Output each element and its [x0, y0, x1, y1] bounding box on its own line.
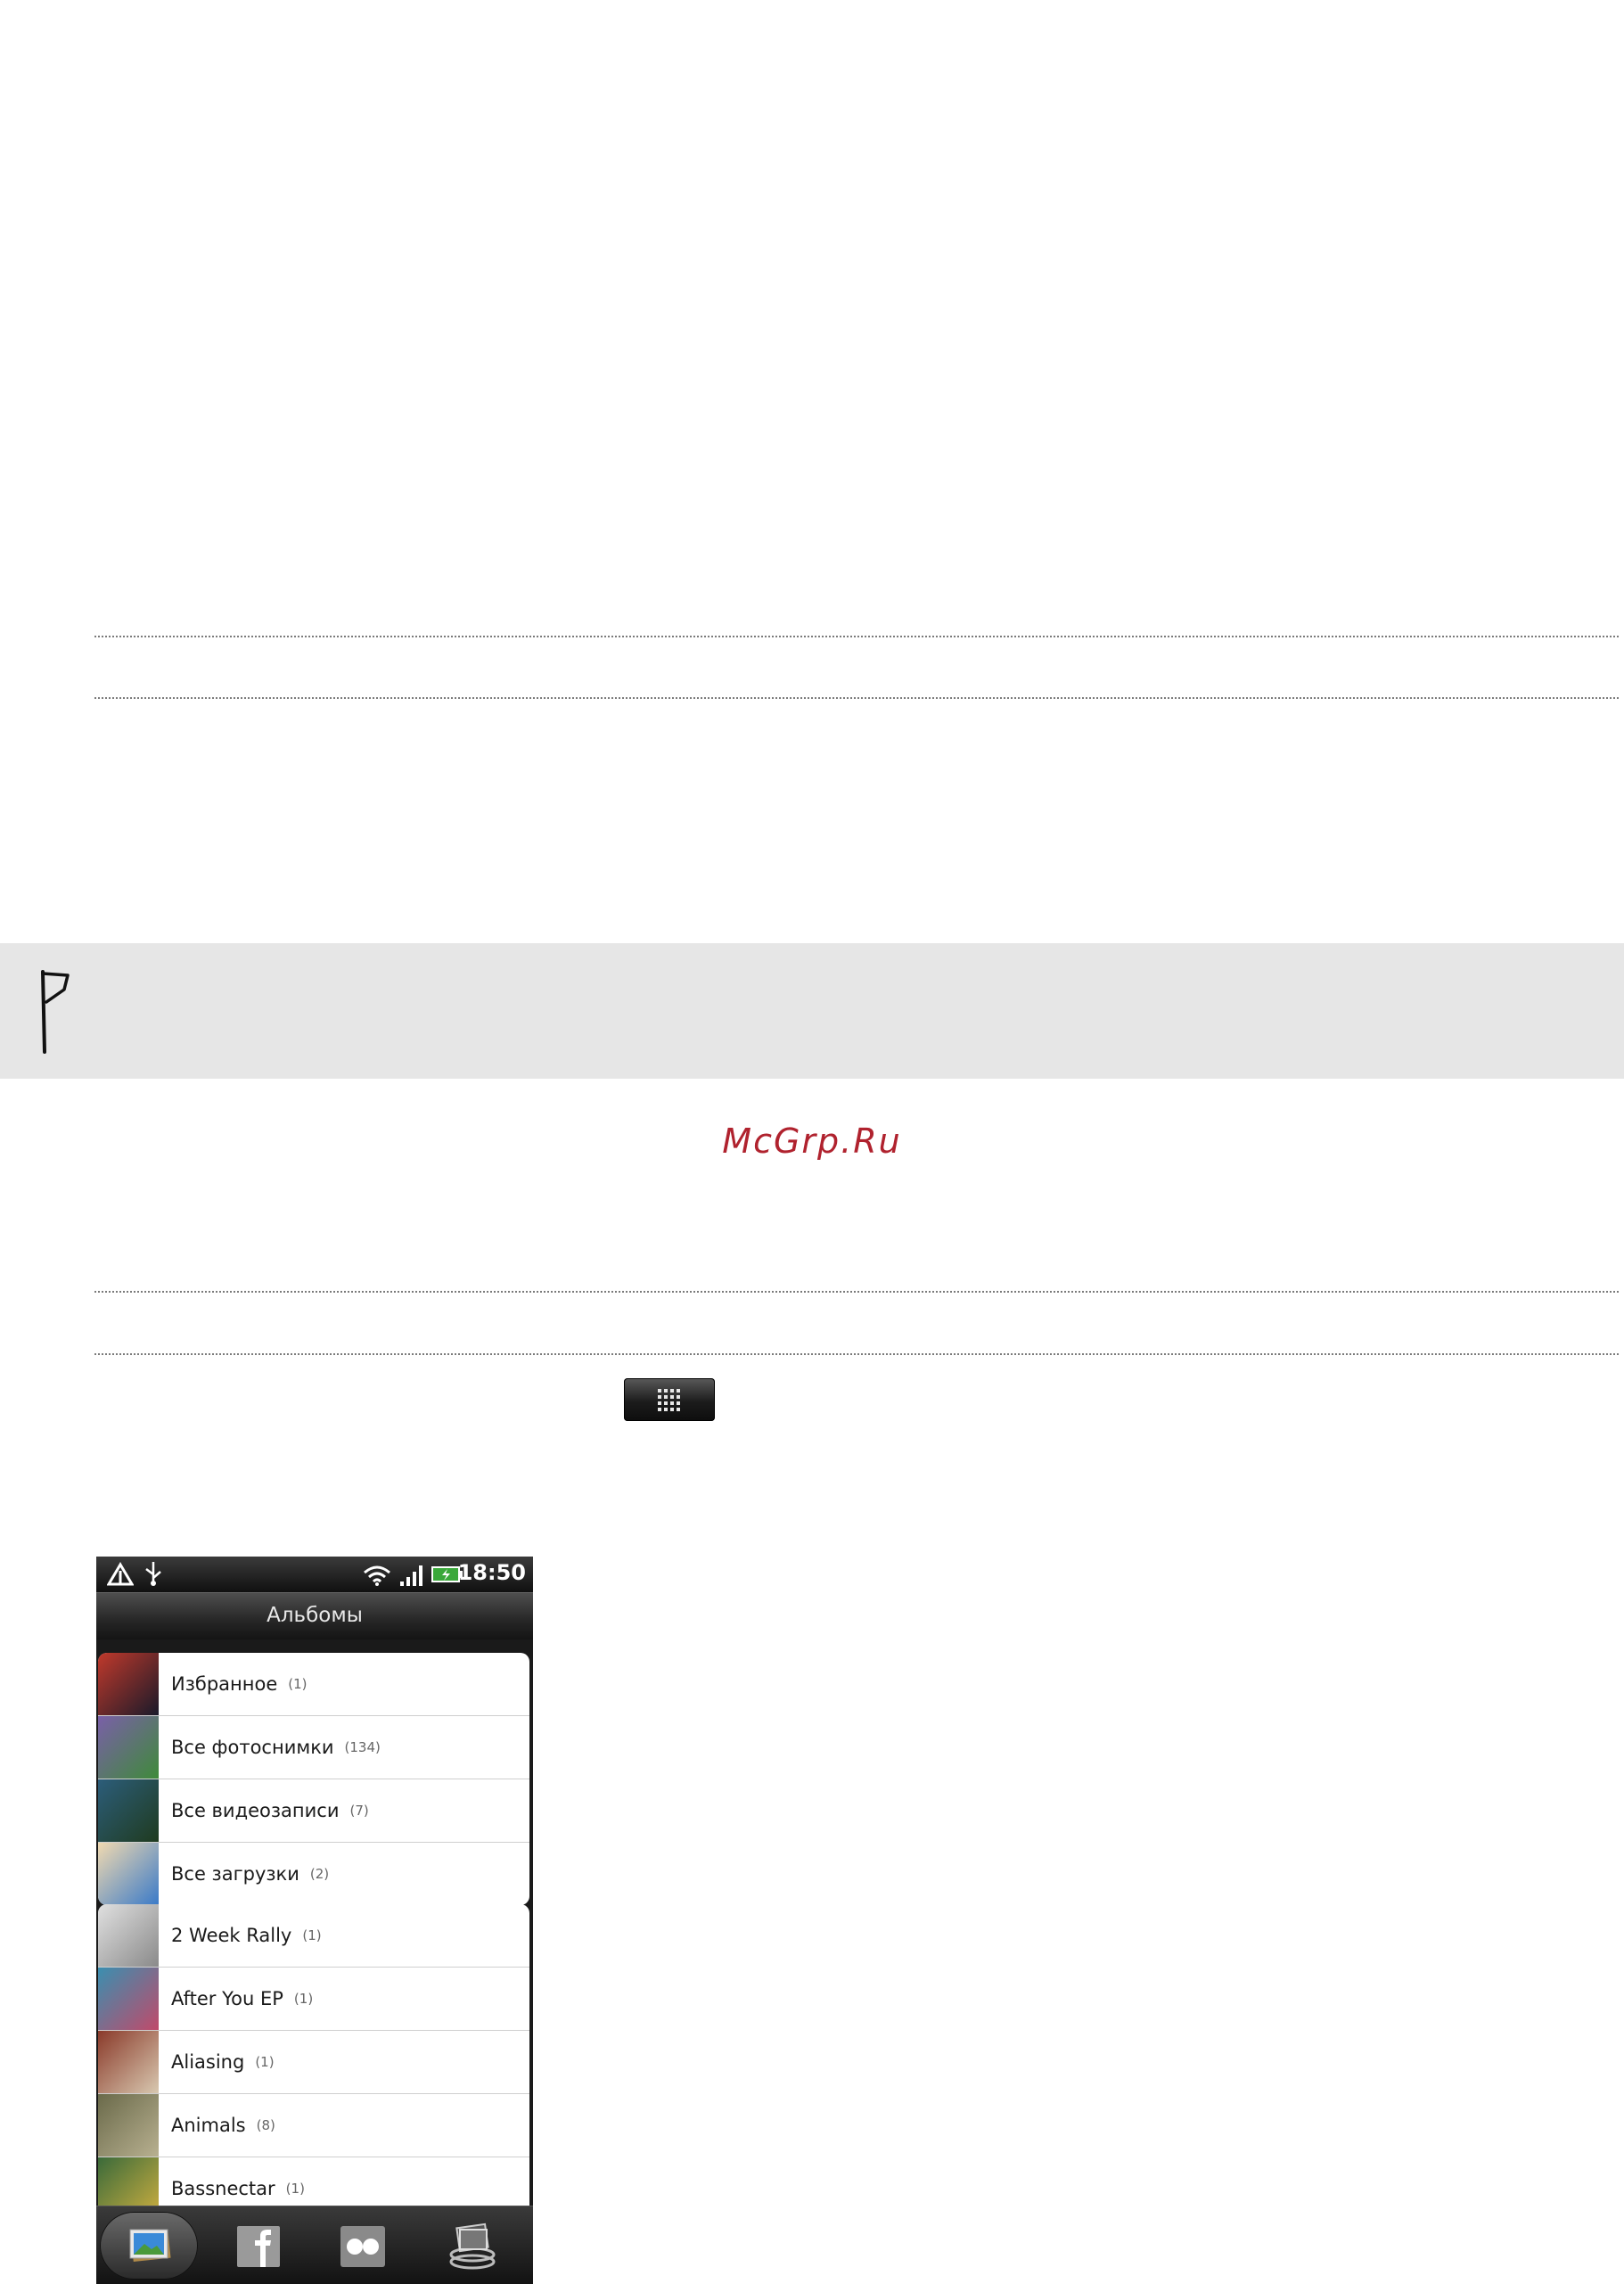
album-row[interactable]: Aliasing (1) [98, 2031, 529, 2094]
usb-icon [145, 1562, 161, 1586]
album-count: (1) [293, 1991, 314, 2007]
album-label: Избранное [171, 1673, 278, 1695]
signal-alert-icon [107, 1562, 134, 1586]
status-bar: 18:50 [96, 1557, 533, 1592]
separator-line [94, 1291, 1619, 1293]
album-thumbnail [98, 1904, 159, 1967]
album-label: Все фотоснимки [171, 1737, 334, 1758]
album-thumbnail [98, 2094, 159, 2157]
album-thumbnail [98, 1653, 159, 1715]
album-label: After You EP [171, 1988, 283, 2009]
album-thumbnail [98, 2031, 159, 2093]
album-row[interactable]: Все загрузки (2) [98, 1843, 529, 1905]
flickr-tab[interactable] [314, 2212, 412, 2280]
album-row[interactable]: Избранное (1) [98, 1653, 529, 1716]
stack-icon [449, 2222, 496, 2270]
album-thumbnail [98, 1968, 159, 2030]
album-count: (8) [256, 2117, 275, 2133]
separator-line [94, 697, 1619, 699]
cell-signal-icon [400, 1565, 422, 1586]
album-label: 2 Week Rally [171, 1925, 292, 1946]
album-count: (2) [309, 1866, 330, 1882]
page-title: Альбомы [267, 1604, 363, 1627]
separator-line [94, 1353, 1619, 1355]
wifi-icon [364, 1565, 390, 1586]
bottom-tab-bar [96, 2206, 533, 2284]
album-row[interactable]: Все фотоснимки (134) [98, 1716, 529, 1779]
note-box [0, 943, 1624, 1079]
album-count: (1) [288, 1676, 308, 1692]
album-row[interactable]: After You EP (1) [98, 1968, 529, 2031]
album-count: (1) [285, 2181, 305, 2197]
album-thumbnail [98, 1716, 159, 1779]
flickr-icon [340, 2226, 385, 2267]
album-count: (134) [344, 1739, 381, 1755]
album-row[interactable]: 2 Week Rally (1) [98, 1904, 529, 1968]
album-count: (1) [255, 2054, 275, 2070]
album-group-music: 2 Week Rally (1) After You EP (1) Aliasing (1… [98, 1904, 529, 2220]
album-thumbnail [98, 1843, 159, 1905]
facebook-icon [237, 2226, 280, 2267]
album-row[interactable]: Все видеозаписи (7) [98, 1779, 529, 1843]
album-label: Animals [171, 2115, 246, 2136]
albums-stack-tab[interactable] [422, 2212, 521, 2280]
status-time: 18:50 [457, 1560, 526, 1585]
album-count: (7) [349, 1803, 369, 1819]
album-row[interactable]: Animals (8) [98, 2094, 529, 2157]
album-label: Все загрузки [171, 1863, 299, 1885]
album-label: Bassnectar [171, 2178, 275, 2199]
phone-screenshot: 18:50 Альбомы Избранное (1) Все фотоснимки… [96, 1557, 533, 2284]
title-bar: Альбомы [96, 1592, 533, 1639]
album-label: Aliasing [171, 2051, 245, 2073]
album-label: Все видеозаписи [171, 1800, 340, 1821]
gallery-tab[interactable] [100, 2212, 198, 2280]
menu-key-icon [624, 1378, 715, 1421]
facebook-tab[interactable] [210, 2212, 308, 2280]
album-count: (1) [302, 1927, 322, 1943]
album-thumbnail [98, 1779, 159, 1842]
album-group-default: Избранное (1) Все фотоснимки (134) Все видео… [98, 1653, 529, 1905]
flag-icon [41, 970, 70, 1054]
watermark: McGrp.Ru [722, 1121, 902, 1161]
photo-gallery-icon [129, 2229, 171, 2263]
separator-line [94, 636, 1619, 637]
